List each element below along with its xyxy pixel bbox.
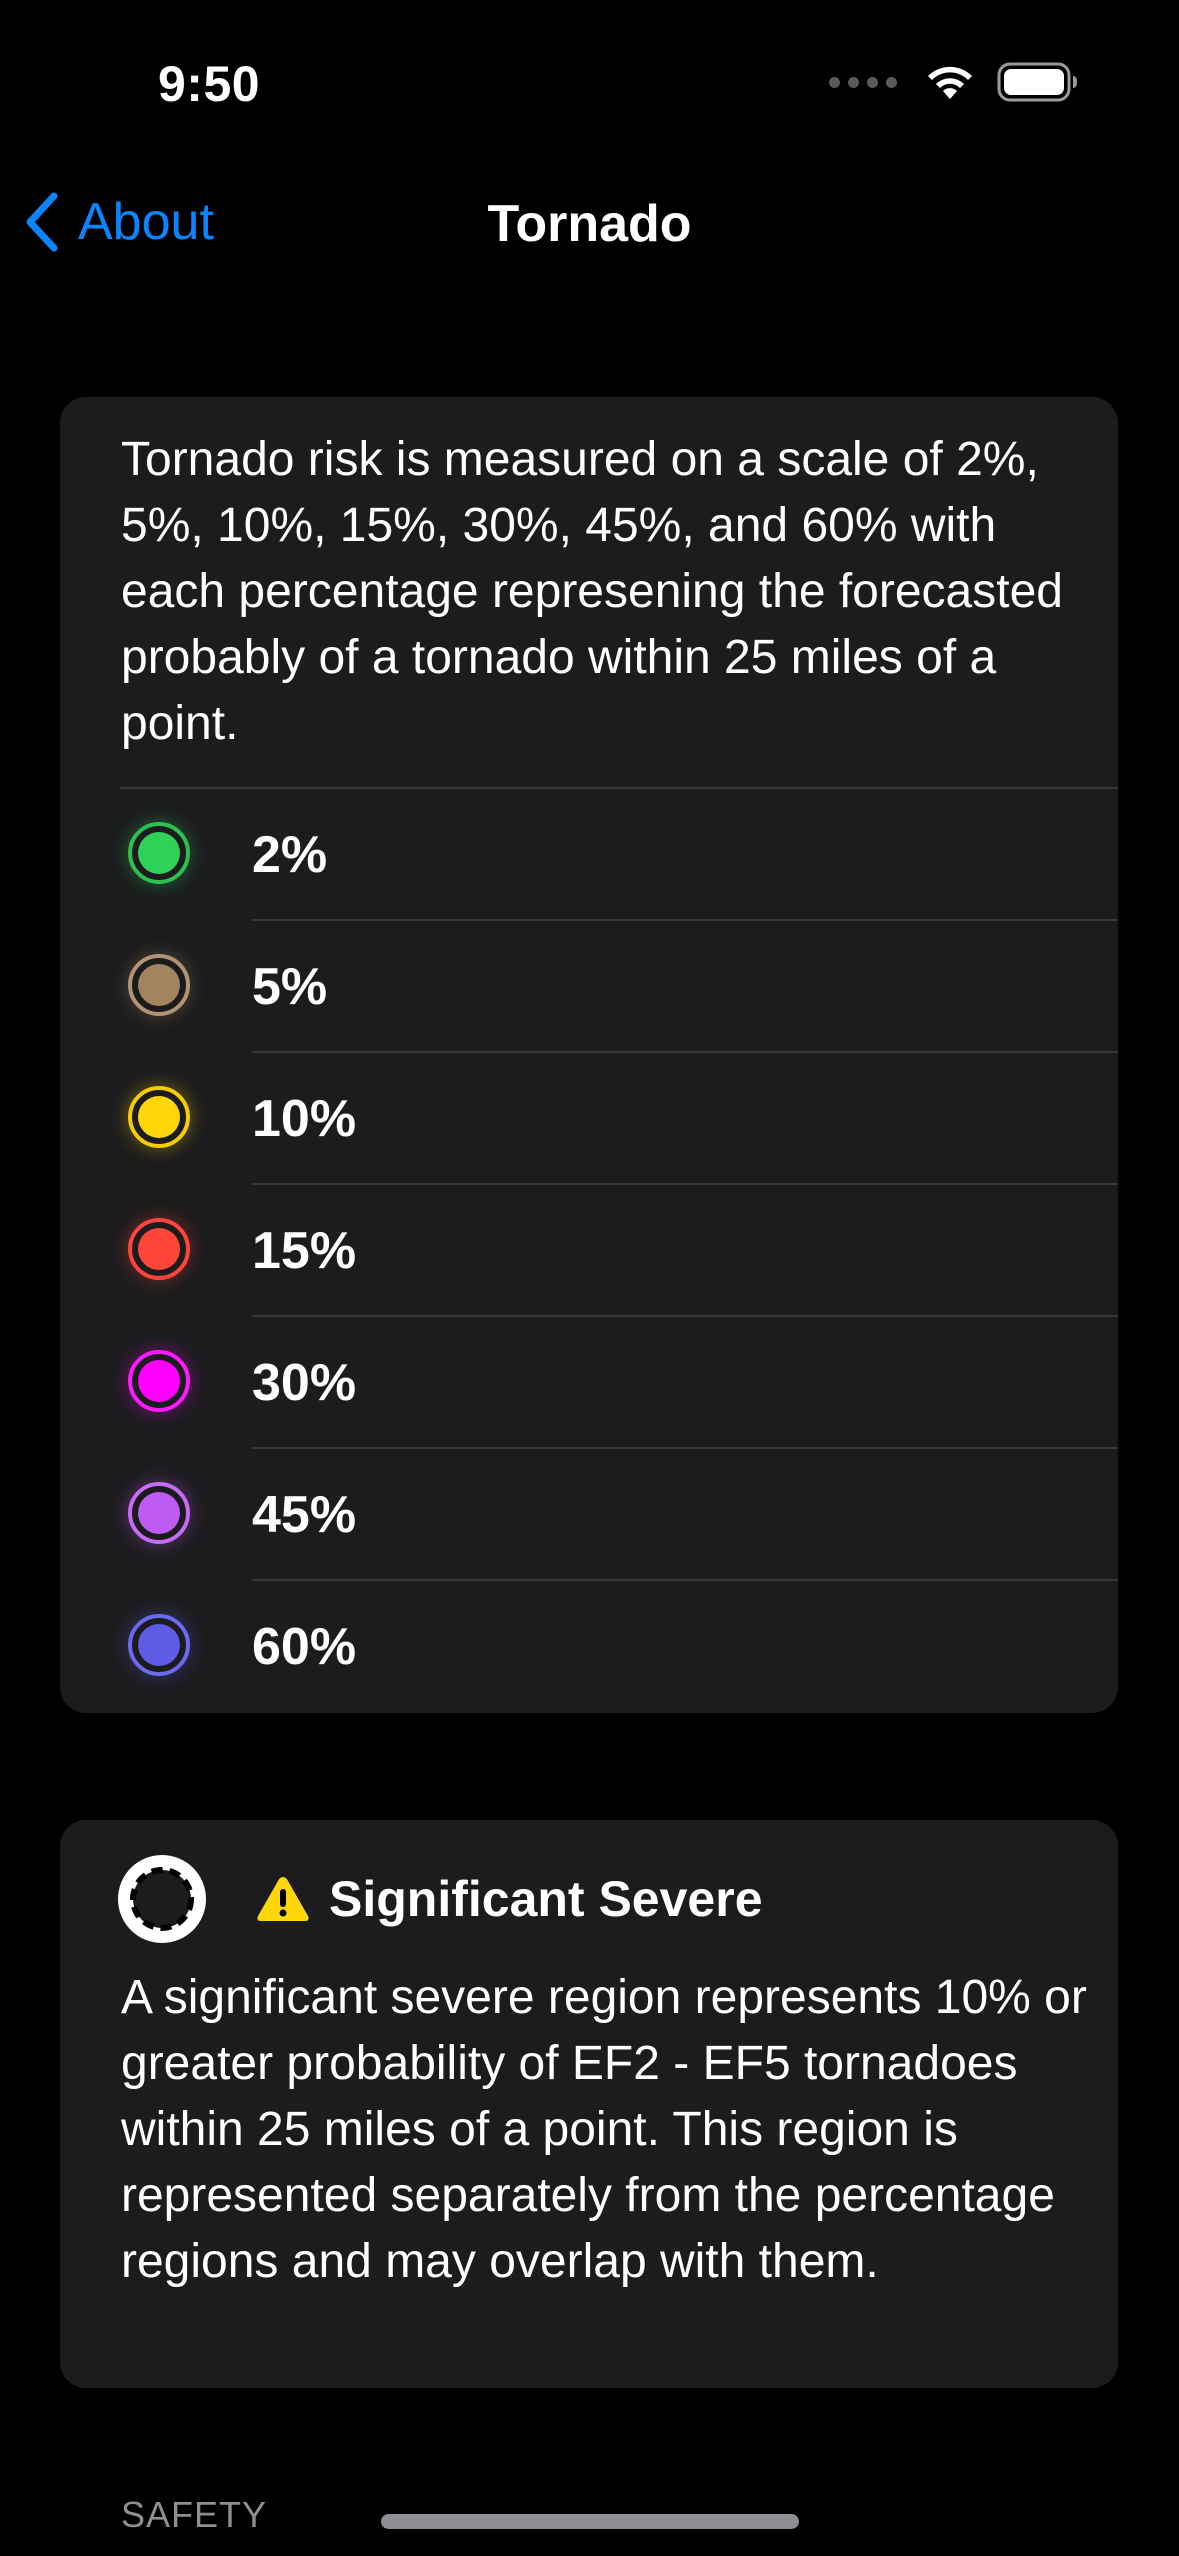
section-header-safety: SAFETY	[121, 2494, 268, 2535]
risk-level-row: 10%	[60, 1051, 1118, 1183]
risk-level-row: 60%	[60, 1579, 1118, 1711]
significant-severe-card: Significant Severe A significant severe …	[60, 1820, 1118, 2388]
risk-level-label: 10%	[252, 1090, 357, 1148]
significant-severe-title: Significant Severe	[329, 1871, 763, 1927]
risk-level-row: 2%	[60, 787, 1118, 919]
risk-level-row: 5%	[60, 919, 1118, 1051]
risk-level-label: 5%	[252, 958, 328, 1016]
risk-scale-card: Tornado risk is measured on a scale of 2…	[60, 397, 1118, 1713]
risk-color-circle-icon	[128, 1086, 190, 1148]
risk-color-circle-icon	[128, 1218, 190, 1280]
risk-level-label: 60%	[252, 1618, 357, 1676]
risk-level-row: 45%	[60, 1447, 1118, 1579]
risk-level-label: 45%	[252, 1486, 357, 1544]
risk-color-circle-icon	[128, 1614, 190, 1676]
warning-triangle-icon	[257, 1877, 309, 1921]
significant-severe-heading: Significant Severe	[255, 1870, 763, 1928]
page-title: Tornado	[487, 195, 692, 253]
status-icons	[829, 62, 1079, 102]
status-time: 9:50	[158, 56, 261, 112]
risk-level-label: 30%	[252, 1354, 357, 1412]
risk-color-circle-icon	[128, 1350, 190, 1412]
risk-level-label: 15%	[252, 1222, 357, 1280]
wifi-icon	[928, 66, 972, 99]
risk-color-circle-icon	[128, 1482, 190, 1544]
risk-color-circle-icon	[128, 822, 190, 884]
risk-level-list: 2% 5% 10% 15% 30% 45% 60%	[60, 787, 1118, 1711]
risk-scale-intro: Tornado risk is measured on a scale of 2…	[121, 433, 1063, 750]
risk-level-row: 30%	[60, 1315, 1118, 1447]
risk-color-circle-icon	[128, 954, 190, 1016]
significant-severe-description: A significant severe region represents 1…	[121, 1971, 1087, 2288]
home-indicator[interactable]	[381, 2514, 799, 2529]
battery-icon	[997, 62, 1077, 102]
dashed-circle-icon	[118, 1855, 206, 1943]
risk-level-row: 15%	[60, 1183, 1118, 1315]
cellular-signal-icon	[829, 76, 897, 88]
risk-level-label: 2%	[252, 826, 328, 884]
